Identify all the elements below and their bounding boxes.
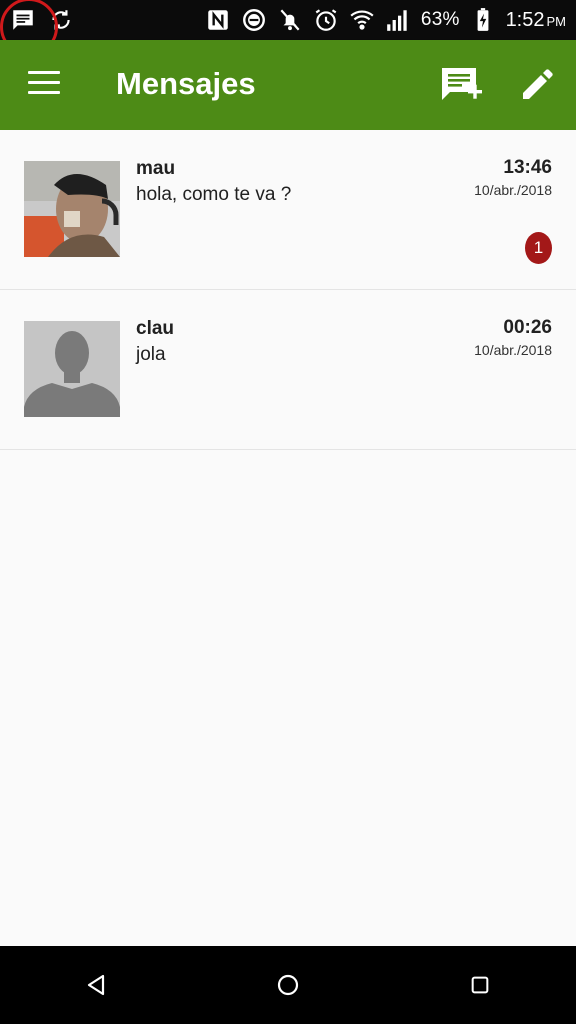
page-title: Mensajes — [116, 66, 256, 101]
avatar-photo[interactable] — [24, 161, 120, 257]
edit-icon — [523, 69, 553, 99]
recents-button[interactable] — [450, 955, 510, 1015]
battery-percentage: 63% — [420, 9, 460, 30]
home-button[interactable] — [258, 955, 318, 1015]
message-date: 10/abr./2018 — [474, 342, 552, 358]
conversation-item[interactable]: mau hola, como te va ? 13:46 10/abr./201… — [0, 130, 576, 290]
recents-icon — [471, 976, 489, 994]
navigation-bar — [0, 946, 576, 1024]
message-snippet: hola, como te va ? — [136, 184, 292, 205]
conversation-item[interactable]: clau jola 00:26 10/abr./2018 — [0, 290, 576, 450]
alarm-icon — [313, 7, 339, 33]
avatar-default-icon[interactable] — [24, 321, 120, 417]
edit-button[interactable] — [520, 66, 556, 102]
message-date: 10/abr./2018 — [474, 182, 552, 198]
signal-icon — [385, 7, 411, 33]
back-icon — [87, 974, 105, 996]
nfc-icon — [205, 7, 231, 33]
wifi-icon — [349, 7, 375, 33]
hamburger-icon-line — [28, 81, 60, 84]
contact-name: mau — [136, 158, 176, 179]
do-not-disturb-icon — [241, 7, 267, 33]
notifications-off-icon — [277, 7, 303, 33]
hamburger-icon-line — [28, 71, 60, 74]
message-snippet: jola — [136, 344, 166, 365]
contact-name: clau — [136, 318, 175, 339]
app-bar: Mensajes — [0, 40, 576, 130]
message-time: 00:26 — [503, 317, 552, 338]
hamburger-icon-line — [28, 91, 60, 94]
status-bar: 63% 1:52 PM — [0, 0, 576, 56]
menu-button[interactable] — [28, 71, 62, 99]
battery-charging-icon — [470, 7, 496, 33]
home-icon — [277, 974, 299, 996]
back-button[interactable] — [66, 955, 126, 1015]
message-time: 13:46 — [503, 157, 552, 178]
conversation-list: mau hola, como te va ? 13:46 10/abr./201… — [0, 130, 576, 450]
new-message-button[interactable] — [440, 66, 482, 104]
clock: 1:52 PM — [505, 8, 566, 31]
unread-count-badge: 1 — [525, 232, 552, 264]
new-message-icon — [442, 68, 482, 100]
